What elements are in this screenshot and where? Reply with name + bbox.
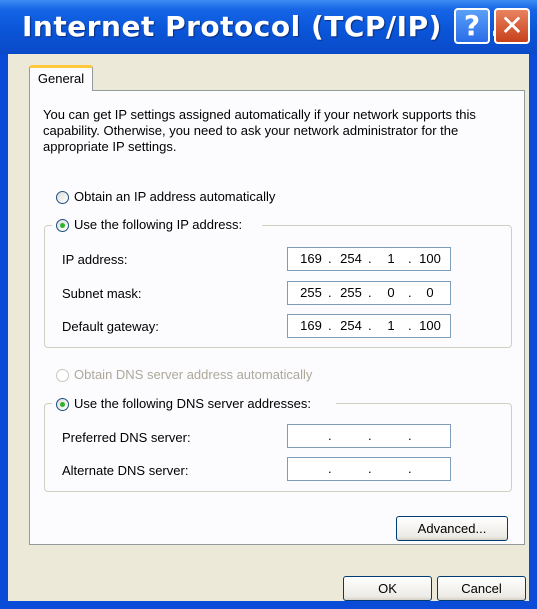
gateway-octet-4: 100 bbox=[419, 318, 441, 333]
cancel-button[interactable]: Cancel bbox=[437, 576, 526, 601]
obtain-ip-auto-radio[interactable] bbox=[56, 191, 69, 204]
ip-dot: . bbox=[408, 285, 412, 300]
ip-dot: . bbox=[328, 285, 332, 300]
default-gateway-field[interactable]: 169 . 254 . 1 . 100 bbox=[287, 314, 451, 338]
use-following-ip-label[interactable]: Use the following IP address: bbox=[74, 217, 242, 232]
gateway-octet-2: 254 bbox=[340, 318, 362, 333]
ok-button[interactable]: OK bbox=[343, 576, 432, 601]
ip-dot: . bbox=[328, 318, 332, 333]
preferred-dns-label: Preferred DNS server: bbox=[62, 430, 191, 445]
use-following-ip-radio[interactable] bbox=[56, 219, 69, 232]
preferred-dns-field[interactable]: . . . bbox=[287, 424, 451, 448]
ip-dot: . bbox=[328, 461, 332, 476]
mask-octet-1: 255 bbox=[300, 285, 322, 300]
ip-dot: . bbox=[368, 461, 372, 476]
ip-octet-4: 100 bbox=[419, 251, 441, 266]
use-following-dns-label[interactable]: Use the following DNS server addresses: bbox=[74, 396, 311, 411]
ip-dot: . bbox=[368, 318, 372, 333]
gateway-octet-1: 169 bbox=[300, 318, 322, 333]
window-title: Internet Protocol (TCP/IP) P... bbox=[22, 10, 502, 43]
ip-dot: . bbox=[408, 318, 412, 333]
ip-address-field[interactable]: 169 . 254 . 1 . 100 bbox=[287, 247, 451, 271]
subnet-mask-field[interactable]: 255 . 255 . 0 . 0 bbox=[287, 281, 451, 305]
mask-octet-3: 0 bbox=[387, 285, 395, 300]
gateway-octet-3: 1 bbox=[387, 318, 395, 333]
default-gateway-label: Default gateway: bbox=[62, 319, 159, 334]
ip-address-label: IP address: bbox=[62, 252, 128, 267]
close-icon: ✕ bbox=[500, 9, 524, 42]
use-following-dns-radio[interactable] bbox=[56, 398, 69, 411]
ip-dot: . bbox=[408, 251, 412, 266]
ip-octet-3: 1 bbox=[387, 251, 395, 266]
obtain-ip-auto-label[interactable]: Obtain an IP address automatically bbox=[74, 189, 275, 204]
ip-dot: . bbox=[368, 285, 372, 300]
intro-text: You can get IP settings assigned automat… bbox=[43, 107, 476, 154]
ip-dot: . bbox=[328, 251, 332, 266]
help-button[interactable]: ? bbox=[454, 8, 490, 44]
advanced-button[interactable]: Advanced... bbox=[396, 516, 508, 541]
mask-octet-4: 0 bbox=[426, 285, 434, 300]
mask-octet-2: 255 bbox=[340, 285, 362, 300]
ip-dot: . bbox=[368, 251, 372, 266]
ip-dot: . bbox=[328, 428, 332, 443]
obtain-dns-auto-radio[interactable] bbox=[56, 369, 69, 382]
ip-dot: . bbox=[368, 428, 372, 443]
ip-octet-1: 169 bbox=[300, 251, 322, 266]
title-bar[interactable]: Internet Protocol (TCP/IP) P... ? ✕ bbox=[0, 0, 537, 54]
ip-dot: . bbox=[408, 461, 412, 476]
question-icon: ? bbox=[463, 9, 481, 42]
alternate-dns-label: Alternate DNS server: bbox=[62, 463, 189, 478]
subnet-mask-label: Subnet mask: bbox=[62, 286, 142, 301]
obtain-dns-auto-label[interactable]: Obtain DNS server address automatically bbox=[74, 367, 312, 382]
ip-octet-2: 254 bbox=[340, 251, 362, 266]
alternate-dns-field[interactable]: . . . bbox=[287, 457, 451, 481]
tab-general[interactable]: General bbox=[29, 65, 93, 91]
ip-dot: . bbox=[408, 428, 412, 443]
close-button[interactable]: ✕ bbox=[494, 8, 530, 44]
